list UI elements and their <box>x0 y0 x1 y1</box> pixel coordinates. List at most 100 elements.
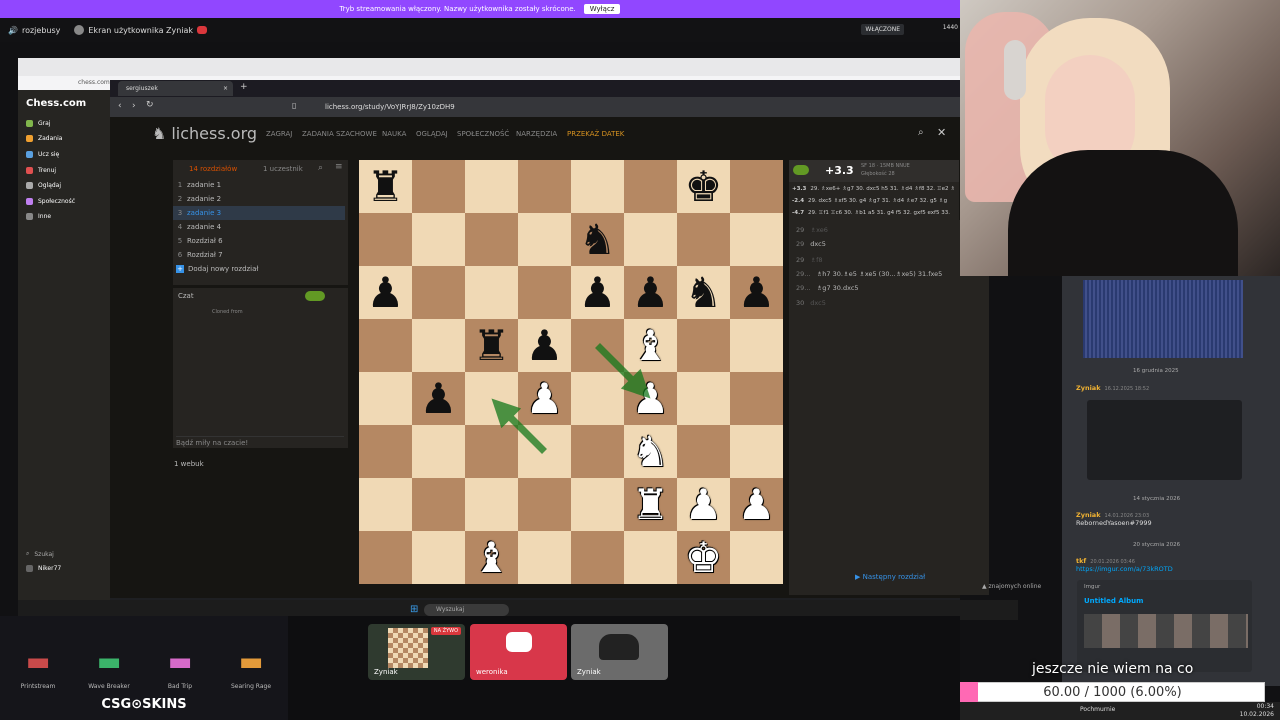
chapter-item[interactable]: 5 Rozdział 6 <box>173 234 345 248</box>
move-entry[interactable]: 29 ♗f8 <box>796 256 823 264</box>
square-g4[interactable] <box>677 372 730 425</box>
user-thumbnail[interactable]: Zyniak <box>571 624 668 680</box>
square-c5[interactable]: ♜ <box>465 319 518 372</box>
square-f3[interactable]: ♞ <box>624 425 677 478</box>
message-text[interactable]: https://imgur.com/a/73kROTD <box>1076 565 1173 573</box>
chapter-item[interactable]: 2 zadanie 2 <box>173 192 345 206</box>
lichess-logo[interactable]: ♞ lichess.org <box>152 124 257 143</box>
square-a2[interactable] <box>359 478 412 531</box>
square-g6[interactable]: ♞ <box>677 266 730 319</box>
square-f7[interactable] <box>624 213 677 266</box>
engine-toggle[interactable] <box>793 165 809 175</box>
square-b6[interactable] <box>412 266 465 319</box>
chesscom-menu-more[interactable]: Inne <box>26 213 51 220</box>
chat-input[interactable]: Bądź miły na czacie! <box>176 436 344 447</box>
square-a5[interactable] <box>359 319 412 372</box>
square-b8[interactable] <box>412 160 465 213</box>
white-pawn-piece[interactable]: ♟ <box>738 483 776 526</box>
chesscom-logo[interactable]: Chess.com <box>26 98 86 109</box>
weather-status[interactable]: Pochmurnie <box>1080 706 1115 713</box>
nav-community[interactable]: SPOŁECZNOŚĆ <box>457 130 509 138</box>
tab-chapters[interactable]: 14 rozdziałów <box>189 165 237 173</box>
square-e5[interactable] <box>571 319 624 372</box>
square-h2[interactable]: ♟ <box>730 478 783 531</box>
chapter-item[interactable]: 6 Rozdział 7 <box>173 248 345 262</box>
chesscom-menu-learn[interactable]: Ucz się <box>26 151 59 158</box>
chesscom-profile[interactable]: Niker77 <box>26 565 61 572</box>
nav-tools[interactable]: NARZĘDZIA <box>516 130 557 138</box>
black-pawn-piece[interactable]: ♟ <box>420 377 458 420</box>
square-e7[interactable]: ♞ <box>571 213 624 266</box>
chesscom-menu-train[interactable]: Trenuj <box>26 167 56 174</box>
square-h4[interactable] <box>730 372 783 425</box>
forward-icon[interactable]: › <box>132 101 136 111</box>
square-c6[interactable] <box>465 266 518 319</box>
nav-play[interactable]: ZAGRAJ <box>266 130 292 138</box>
browser-tab[interactable]: sergiuszek × <box>118 81 233 96</box>
clock-date[interactable]: 10.02.2026 <box>1240 711 1274 718</box>
voice-thumbnail[interactable]: weronika <box>470 624 567 680</box>
square-g2[interactable]: ♟ <box>677 478 730 531</box>
black-pawn-piece[interactable]: ♟ <box>632 271 670 314</box>
square-c1[interactable]: ♝ <box>465 531 518 584</box>
square-f4[interactable]: ♟ <box>624 372 677 425</box>
clock-time[interactable]: 00:34 <box>1257 703 1274 710</box>
square-b5[interactable] <box>412 319 465 372</box>
square-c8[interactable] <box>465 160 518 213</box>
black-rook-piece[interactable]: ♜ <box>367 165 405 208</box>
taskbar-search[interactable]: Wyszukaj <box>424 604 509 616</box>
square-a1[interactable] <box>359 531 412 584</box>
white-bishop-piece[interactable]: ♝ <box>473 536 511 579</box>
white-rook-piece[interactable]: ♜ <box>632 483 670 526</box>
square-d1[interactable] <box>518 531 571 584</box>
search-icon[interactable]: ⌕ <box>918 127 924 138</box>
square-c7[interactable] <box>465 213 518 266</box>
nav-learn[interactable]: NAUKA <box>382 130 406 138</box>
chesscom-search[interactable]: ⌕ Szukaj <box>26 550 54 558</box>
square-f2[interactable]: ♜ <box>624 478 677 531</box>
disable-streamer-mode-button[interactable]: Wyłącz <box>583 4 621 14</box>
next-chapter-button[interactable]: ▶ Następny rozdział <box>855 573 925 581</box>
chesscom-menu-play[interactable]: Graj <box>26 120 50 127</box>
square-h3[interactable] <box>730 425 783 478</box>
black-pawn-piece[interactable]: ♟ <box>367 271 405 314</box>
square-e6[interactable]: ♟ <box>571 266 624 319</box>
black-king-piece[interactable]: ♚ <box>685 165 723 208</box>
black-pawn-piece[interactable]: ♟ <box>526 324 564 367</box>
image-preview[interactable] <box>1083 280 1243 358</box>
chapter-item[interactable]: 3 zadanie 3 <box>173 206 345 220</box>
embed-image[interactable] <box>1084 614 1248 648</box>
square-d7[interactable] <box>518 213 571 266</box>
square-a3[interactable] <box>359 425 412 478</box>
back-icon[interactable]: ‹ <box>118 101 122 111</box>
friends-online[interactable]: ▲ znajomych online <box>982 583 1041 590</box>
white-pawn-piece[interactable]: ♟ <box>685 483 723 526</box>
square-h8[interactable] <box>730 160 783 213</box>
move-entry[interactable]: 29... ♗g7 30.dxc5 <box>796 284 859 292</box>
square-e3[interactable] <box>571 425 624 478</box>
chesscom-menu-community[interactable]: Społeczność <box>26 198 75 205</box>
chapter-item[interactable]: 4 zadanie 4 <box>173 220 345 234</box>
white-pawn-piece[interactable]: ♟ <box>526 377 564 420</box>
square-c4[interactable] <box>465 372 518 425</box>
square-g3[interactable] <box>677 425 730 478</box>
message-author[interactable]: Zyniak <box>1076 511 1101 519</box>
skin-card[interactable]: ▬ Bad Trip <box>147 628 213 690</box>
square-b4[interactable]: ♟ <box>412 372 465 425</box>
square-b1[interactable] <box>412 531 465 584</box>
square-f5[interactable]: ♝ <box>624 319 677 372</box>
white-bishop-piece[interactable]: ♝ <box>632 324 670 367</box>
chat-toggle[interactable] <box>305 291 325 301</box>
square-a7[interactable] <box>359 213 412 266</box>
square-d2[interactable] <box>518 478 571 531</box>
square-d8[interactable] <box>518 160 571 213</box>
square-c2[interactable] <box>465 478 518 531</box>
move-entry[interactable]: 29 ♗xe6 <box>796 226 828 234</box>
square-d6[interactable] <box>518 266 571 319</box>
add-chapter-button[interactable]: + Dodaj nowy rozdział <box>176 265 258 273</box>
square-h7[interactable] <box>730 213 783 266</box>
white-knight-piece[interactable]: ♞ <box>632 430 670 473</box>
search-icon[interactable]: ⌕ <box>318 163 323 173</box>
square-g7[interactable] <box>677 213 730 266</box>
square-d4[interactable]: ♟ <box>518 372 571 425</box>
